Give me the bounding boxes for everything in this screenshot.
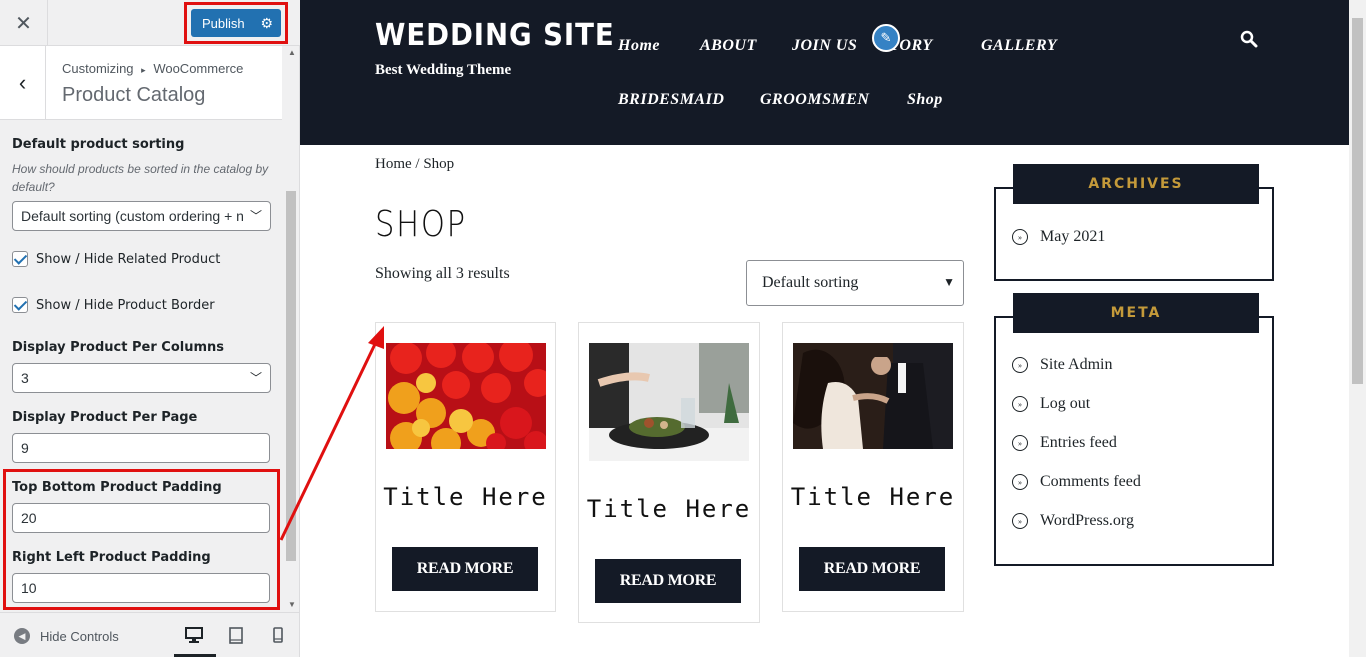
meta-link-comments-feed[interactable]: Comments feed [1040,473,1141,491]
nav-home[interactable]: Home [618,37,660,55]
chevron-right-icon: » [1012,396,1028,412]
product-title[interactable]: Title Here [783,483,963,511]
read-more-button[interactable]: READ MORE [799,547,945,591]
section-header: ‹ Customizing ▸ WooCommerce Product Cata… [0,46,282,120]
publish-label: Publish [202,15,245,31]
meta-item[interactable]: » Comments feed [1012,473,1141,491]
preview-scrollbar[interactable] [1349,0,1366,657]
meta-widget: META » Site Admin » Log out » Entries fe… [994,293,1274,566]
back-icon[interactable]: ‹ [0,46,46,120]
meta-item[interactable]: » Log out [1012,395,1090,413]
breadcrumb: Customizing ▸ WooCommerce [62,61,243,76]
chevron-right-icon: » [1012,513,1028,529]
sorting-value: Default sorting (custom ordering + n [21,208,244,224]
chevron-down-icon: ﹀ [249,371,262,385]
read-more-button[interactable]: READ MORE [595,559,741,603]
meta-link-site-admin[interactable]: Site Admin [1040,356,1112,374]
breadcrumb-parent: WooCommerce [153,61,244,76]
customizer-sidebar: ✕ Publish ⚙ ‹ Customizing ▸ WooCommerce … [0,0,300,657]
sorting-select[interactable]: Default sorting (custom ordering + n ﹀ [12,201,271,231]
columns-label: Display Product Per Columns [12,340,224,355]
meta-link-entries-feed[interactable]: Entries feed [1040,434,1117,452]
related-label: Show / Hide Related Product [36,251,221,267]
archives-widget: ARCHIVES » May 2021 [994,164,1274,281]
related-checkbox[interactable] [12,251,28,267]
border-checkbox[interactable] [12,297,28,313]
product-card[interactable]: Title Here READ MORE [578,322,760,623]
result-count: Showing all 3 results [375,265,510,282]
collapse-icon: ◀ [14,628,30,644]
meta-title: META [1013,293,1259,333]
gear-icon[interactable]: ⚙ [260,15,273,32]
product-title[interactable]: Title Here [376,483,555,511]
per-page-input[interactable]: 9 [12,433,270,463]
scroll-down-icon[interactable]: ▼ [288,600,296,609]
meta-item[interactable]: » WordPress.org [1012,512,1134,530]
sorting-description: How should products be sorted in the cat… [12,162,269,194]
site-tagline: Best Wedding Theme [375,62,512,78]
site-title[interactable]: WEDDING SITE [375,18,615,53]
archive-item[interactable]: » May 2021 [1012,228,1105,246]
site-header: WEDDING SITE Best Wedding Theme Home ABO… [300,0,1349,145]
search-icon[interactable] [1240,30,1260,50]
sidebar-scrollbar[interactable]: ▲ ▼ [284,46,298,611]
chevron-right-icon: » [1012,435,1028,451]
product-image[interactable] [589,343,749,461]
nav-gallery[interactable]: GALLERY [981,37,1057,55]
section-title: Product Catalog [62,84,206,106]
desktop-icon[interactable] [184,625,204,645]
sorting-label: Default product sorting [12,137,185,152]
product-card[interactable]: Title Here READ MORE [375,322,556,612]
breadcrumb-root: Customizing [62,61,134,76]
close-icon[interactable]: ✕ [0,0,48,46]
site-preview: WEDDING SITE Best Wedding Theme Home ABO… [300,0,1349,657]
chevron-down-icon: ﹀ [249,209,262,223]
mobile-icon[interactable] [268,625,288,645]
scroll-up-icon[interactable]: ▲ [288,48,296,57]
nav-about[interactable]: ABOUT [700,37,757,55]
meta-item[interactable]: » Site Admin [1012,356,1112,374]
hide-controls-button[interactable]: ◀ Hide Controls [14,628,119,644]
chevron-down-icon: ▼ [943,275,955,289]
hide-controls-label: Hide Controls [40,628,119,644]
product-image[interactable] [793,343,953,449]
meta-item[interactable]: » Entries feed [1012,434,1117,452]
read-more-button[interactable]: READ MORE [392,547,538,591]
archives-title: ARCHIVES [1013,164,1259,204]
padding-highlight [3,469,280,610]
product-card[interactable]: Title Here READ MORE [782,322,964,612]
archive-link[interactable]: May 2021 [1040,228,1105,246]
preview-scroll-thumb[interactable] [1352,18,1363,384]
page-title: SHOP [375,204,467,245]
per-page-label: Display Product Per Page [12,410,198,425]
publish-button[interactable]: Publish ⚙ [191,9,281,37]
columns-value: 3 [21,370,29,386]
columns-select[interactable]: 3 ﹀ [12,363,271,393]
product-title[interactable]: Title Here [579,495,759,523]
product-border-toggle[interactable]: Show / Hide Product Border [12,297,215,313]
edit-pencil-icon[interactable]: ✎ [872,24,900,52]
meta-link-logout[interactable]: Log out [1040,395,1090,413]
chevron-right-icon: » [1012,357,1028,373]
chevron-right-icon: » [1012,474,1028,490]
scroll-thumb[interactable] [286,191,296,561]
tablet-icon[interactable] [226,625,246,645]
product-image[interactable] [386,343,546,449]
meta-link-wordpress[interactable]: WordPress.org [1040,512,1134,530]
nav-groomsmen[interactable]: GROOMSMEN [760,91,869,109]
chevron-right-icon: » [1012,229,1028,245]
shop-breadcrumb: Home / Shop [375,156,455,172]
nav-join-us[interactable]: JOIN US [792,37,857,55]
related-product-toggle[interactable]: Show / Hide Related Product [12,251,220,267]
orderby-value: Default sorting [762,274,859,291]
nav-bridesmaid[interactable]: BRIDESMAID [618,91,724,109]
nav-shop[interactable]: Shop [907,91,943,109]
customizer-header: ✕ Publish ⚙ [0,0,300,46]
breadcrumb-separator: ▸ [141,65,146,75]
orderby-select[interactable]: Default sorting ▼ [746,260,964,306]
customizer-footer: ◀ Hide Controls [0,612,299,657]
publish-highlight: Publish ⚙ [184,2,288,44]
border-label: Show / Hide Product Border [36,297,215,313]
